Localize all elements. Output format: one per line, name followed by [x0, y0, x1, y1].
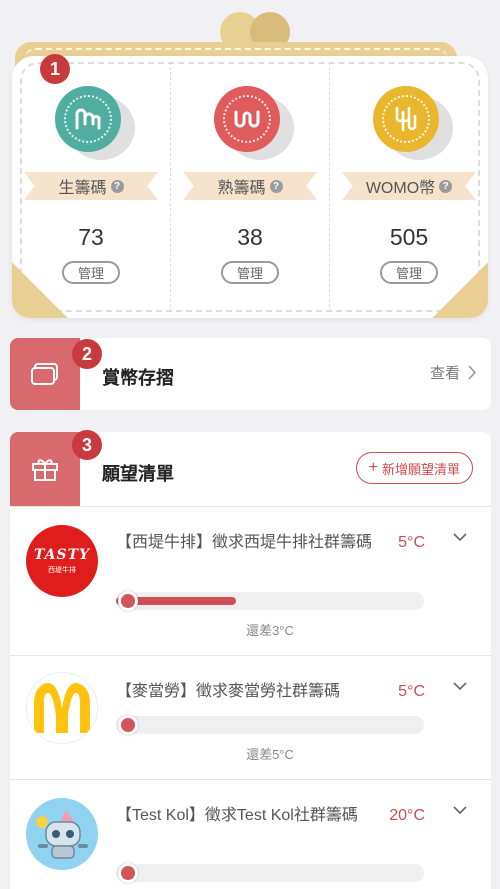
manage-button[interactable]: 管理 — [380, 261, 438, 284]
progress-knob — [118, 591, 138, 611]
wish-item[interactable]: TASTY 西堤牛排 【西堤牛排】徵求西堤牛排社群籌碼 5°C 還差3°C — [10, 506, 491, 655]
deposit-view-link[interactable]: 查看 — [430, 362, 477, 383]
coin-face — [55, 86, 121, 152]
wishlist-title: 願望清單 — [102, 464, 174, 484]
help-icon[interactable]: ? — [269, 179, 283, 193]
coin-column-womo: WOMO幣 ? 505 管理 — [329, 62, 488, 312]
coin-amount: 73 — [78, 224, 104, 250]
wish-item[interactable]: 【Test Kol】徵求Test Kol社群籌碼 20°C — [10, 779, 491, 889]
m-wave-icon — [64, 95, 112, 143]
womo-icon — [382, 95, 430, 143]
add-wishlist-button[interactable]: + 新增願望清單 — [355, 452, 473, 484]
coin-columns: 生籌碼 ? 73 管理 熟籌碼 ? 38 管理 WOMO幣 ? 505 管理 — [12, 62, 488, 312]
manage-button[interactable]: 管理 — [221, 261, 279, 284]
chevron-down-icon[interactable] — [453, 533, 467, 542]
chevron-right-icon — [468, 365, 477, 380]
add-wishlist-label: 新增願望清單 — [381, 461, 460, 477]
step-badge-3: 3 — [72, 430, 102, 460]
help-icon[interactable]: ? — [439, 179, 453, 193]
manage-button[interactable]: 管理 — [62, 261, 120, 284]
coin-name: WOMO幣 — [365, 180, 436, 197]
coin-face — [373, 86, 439, 152]
step-badge-2: 2 — [72, 339, 102, 369]
coin-amount: 38 — [237, 224, 263, 250]
coin-column-cooked-chips: 熟籌碼 ? 38 管理 — [170, 62, 329, 312]
wallet-card-icon — [10, 338, 80, 410]
wish-temperature: 5°C — [398, 534, 425, 551]
view-label: 查看 — [429, 365, 460, 382]
help-icon[interactable]: ? — [110, 179, 124, 193]
coin-amount: 505 — [389, 224, 429, 250]
w-wave-icon — [223, 95, 271, 143]
wish-item[interactable]: 【麥當勞】徵求麥當勞社群籌碼 5°C 還差5°C — [10, 655, 491, 779]
brand-logo-tasty: TASTY 西堤牛排 — [26, 525, 98, 597]
robot-avatar — [26, 798, 98, 870]
coin-womo — [373, 86, 453, 160]
wish-temperature: 5°C — [398, 683, 425, 700]
progress-track — [116, 591, 424, 611]
brand-logo-mcdonalds — [26, 672, 98, 744]
logo-text: TASTY — [33, 547, 91, 563]
wish-title: 【西堤牛排】徵求西堤牛排社群籌碼 — [116, 534, 373, 551]
wish-title: 【麥當勞】徵求麥當勞社群籌碼 — [116, 683, 341, 700]
coin-name-ribbon: 生籌碼 ? — [24, 172, 158, 200]
progress-track — [116, 715, 424, 735]
gift-icon — [10, 432, 80, 506]
gap-text: 還差5°C — [246, 747, 294, 762]
wish-temperature: 20°C — [389, 807, 425, 824]
deposit-title: 賞幣存摺 — [102, 368, 174, 388]
chevron-down-icon[interactable] — [453, 806, 467, 815]
logo-subtext: 西堤牛排 — [48, 567, 76, 574]
progress-knob — [118, 863, 138, 883]
step-badge-1: 1 — [40, 54, 70, 84]
coin-name: 熟籌碼 — [217, 180, 266, 197]
wish-title: 【Test Kol】徵求Test Kol社群籌碼 — [116, 807, 358, 824]
coin-name-ribbon: WOMO幣 ? — [342, 172, 476, 200]
progress-knob — [118, 715, 138, 735]
coin-column-raw-chips: 生籌碼 ? 73 管理 — [12, 62, 170, 312]
coin-face — [214, 86, 280, 152]
gap-text: 還差3°C — [246, 623, 294, 638]
coin-raw-chips — [55, 86, 135, 160]
progress-track — [116, 863, 424, 883]
wallet-panel: 1 生籌碼 ? 73 管理 熟籌碼 ? 38 管理 WOMO幣 ? 505 管理 — [0, 0, 500, 330]
coin-name-ribbon: 熟籌碼 ? — [183, 172, 317, 200]
coin-name: 生籌碼 — [58, 180, 107, 197]
plus-icon: + — [368, 459, 378, 476]
chevron-down-icon[interactable] — [453, 682, 467, 691]
coin-cooked-chips — [214, 86, 294, 160]
